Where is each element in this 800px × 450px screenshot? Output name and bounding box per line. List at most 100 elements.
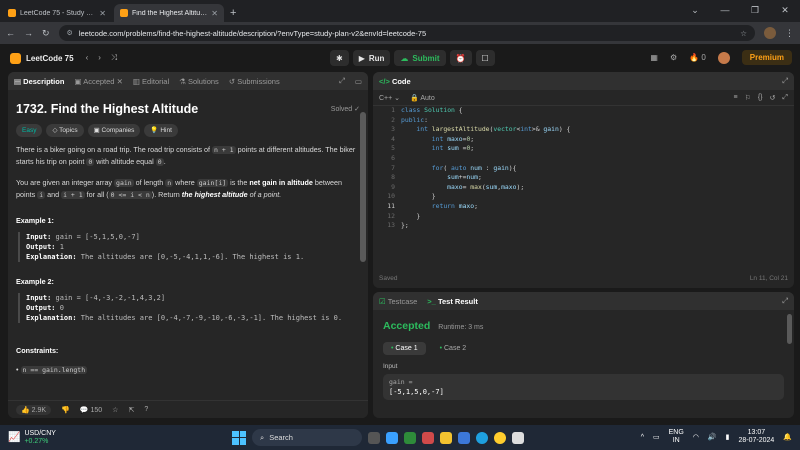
tab-description[interactable]: ▤ Description <box>14 77 64 86</box>
close-tab-icon[interactable]: ✕ <box>211 9 218 18</box>
help-icon[interactable]: ? <box>144 406 148 413</box>
shuffle-icon[interactable]: ⤨ <box>111 53 117 63</box>
premium-button[interactable]: Premium <box>741 50 792 65</box>
expand-icon[interactable]: ⤢ <box>782 76 788 86</box>
store-icon[interactable] <box>458 431 470 444</box>
bookmark-star-icon[interactable]: ☆ <box>740 29 747 38</box>
clock[interactable]: 13:07 28-07-2024 <box>738 429 774 445</box>
battery-icon[interactable]: ▮ <box>726 433 730 441</box>
lang-code: ENG <box>668 429 684 436</box>
tray-overflow-icon[interactable]: ^ <box>641 434 644 441</box>
browser-tab-altitude[interactable]: Find the Highest Altitude - Lee ✕ <box>114 4 224 22</box>
checkbox-icon: ☑ <box>379 296 386 306</box>
inline-code: i + 1 <box>61 191 85 199</box>
expand-icon[interactable]: ⤢ <box>782 296 788 306</box>
language-select[interactable]: C++ ⌄ <box>379 94 400 102</box>
code-panel: </> Code ⤢ C++ ⌄ 🔒 Auto ≡ ⚐ {} ↺ ⤢ 1 2 3… <box>373 72 794 288</box>
code-tab[interactable]: </> Code <box>379 77 411 86</box>
site-info-icon[interactable]: ⚙ <box>67 29 73 37</box>
language-indicator[interactable]: ENG IN <box>669 429 684 445</box>
fullscreen-icon[interactable]: ⤢ <box>782 94 788 102</box>
format-icon[interactable]: ≡ <box>733 94 737 102</box>
streak-counter[interactable]: 🔥 0 <box>689 53 706 62</box>
stock-chart-icon: 📈 <box>8 432 21 443</box>
minimize-panel-icon[interactable]: ▭ <box>355 77 362 86</box>
new-tab-button[interactable]: + <box>230 7 236 19</box>
maximize-icon[interactable]: ❐ <box>740 0 770 22</box>
tab-test-result[interactable]: >_ Test Result <box>427 297 478 306</box>
timer-icon[interactable]: ⏰ <box>449 50 472 66</box>
tab-testcase[interactable]: ☑ Testcase <box>379 297 417 306</box>
case-1-button[interactable]: • Case 1 <box>383 342 426 355</box>
network-icon[interactable]: ▭ <box>653 433 660 441</box>
submit-button[interactable]: ☁ Submit <box>394 50 446 66</box>
settings-gear-icon[interactable]: ⚙ <box>670 53 677 62</box>
runtime: Runtime: 3 ms <box>438 324 484 331</box>
browser-menu-icon[interactable]: ⋮ <box>785 28 794 39</box>
description-scrollbar[interactable] <box>360 112 366 262</box>
tab-search-icon[interactable]: ⌄ <box>680 0 710 22</box>
notification-icon[interactable]: 🔔 <box>783 433 792 441</box>
bookmark-icon[interactable]: ⚐ <box>745 94 751 102</box>
result-scrollbar[interactable] <box>787 314 792 344</box>
app-icon[interactable] <box>422 431 434 444</box>
minimize-icon[interactable]: — <box>710 0 740 22</box>
browser-tab-study-plan[interactable]: LeetCode 75 - Study Plan - Lee ✕ <box>2 4 112 22</box>
topics-tag[interactable]: ◇ Topics <box>46 124 84 137</box>
reset-icon[interactable]: ↺ <box>770 94 776 102</box>
autocomplete-toggle[interactable]: 🔒 Auto <box>410 94 435 102</box>
close-window-icon[interactable]: ✕ <box>770 0 800 22</box>
solved-badge: Solved ✓ <box>330 106 360 113</box>
leetcode-navbar: LeetCode 75 ‹ › ⤨ ✱ ▶ Run ☁ Submit ⏰ ☐ ▦ ⚙… <box>0 46 800 70</box>
code-editor[interactable]: 1 2 3 4 5 6 7 8 9 10 11 12 13 class Solu… <box>373 106 794 270</box>
label: Output: <box>26 304 56 312</box>
dislike-icon[interactable]: 👎 <box>61 406 70 414</box>
user-avatar[interactable] <box>717 51 730 64</box>
back-icon[interactable]: ← <box>6 28 15 38</box>
layout-grid-icon[interactable]: ▦ <box>650 53 658 62</box>
tab-submissions[interactable]: ↺ Submissions <box>229 77 280 86</box>
tab-accepted[interactable]: ▣ Accepted ✕ <box>74 77 122 86</box>
terminal-icon: >_ <box>427 296 436 306</box>
notes-icon[interactable]: ☐ <box>475 50 495 66</box>
close-tab-icon[interactable]: ✕ <box>99 9 106 18</box>
profile-avatar[interactable] <box>764 27 776 39</box>
braces-icon[interactable]: {} <box>758 94 763 102</box>
companies-tag[interactable]: ▣ Companies <box>87 124 141 137</box>
next-problem-icon[interactable]: › <box>98 53 101 63</box>
value: 1 <box>59 243 64 251</box>
url-field[interactable]: ⚙ leetcode.com/problems/find-the-highest… <box>58 25 755 41</box>
forward-icon[interactable]: → <box>24 28 33 38</box>
run-button[interactable]: ▶ Run <box>352 50 391 66</box>
reload-icon[interactable]: ↻ <box>42 28 50 39</box>
task-view-icon[interactable] <box>368 431 380 444</box>
share-icon[interactable]: ⇱ <box>128 406 134 414</box>
prev-problem-icon[interactable]: ‹ <box>86 53 89 63</box>
debug-icon[interactable]: ✱ <box>330 50 349 66</box>
volume-icon[interactable]: 🔊 <box>708 433 717 441</box>
app-icon[interactable] <box>512 431 524 444</box>
app-icon[interactable] <box>404 431 416 444</box>
taskbar-search[interactable]: ⌕ Search <box>252 429 362 446</box>
favorite-star-icon[interactable]: ☆ <box>112 406 118 414</box>
study-plan-link[interactable]: LeetCode 75 <box>26 54 74 63</box>
tab-label: Editorial <box>142 76 170 86</box>
stock-widget[interactable]: USD/CNY +0.27% <box>24 430 56 446</box>
wifi-icon[interactable]: ◠ <box>693 433 699 441</box>
windows-start-icon[interactable] <box>232 430 246 445</box>
description-panel: ▤ Description ▣ Accepted ✕ ▥ Editorial ⚗… <box>8 72 368 418</box>
file-explorer-icon[interactable] <box>440 431 452 444</box>
expand-icon[interactable]: ⤢ <box>339 76 345 86</box>
like-button[interactable]: 👍 2.9K <box>16 404 52 415</box>
hint-tag[interactable]: 💡 Hint <box>144 124 178 137</box>
difficulty-badge[interactable]: Easy <box>16 124 43 137</box>
tab-solutions[interactable]: ⚗ Solutions <box>179 77 219 86</box>
chrome-icon[interactable] <box>494 431 506 444</box>
windows-taskbar: 📈 USD/CNY +0.27% ⌕ Search ^ ▭ ENG IN ◠ 🔊 ▮… <box>0 425 800 450</box>
case-2-button[interactable]: • Case 2 <box>432 342 475 355</box>
tab-editorial[interactable]: ▥ Editorial <box>133 77 169 86</box>
app-icon[interactable] <box>386 431 398 444</box>
edge-icon[interactable] <box>476 431 488 444</box>
comments-button[interactable]: 💬 150 <box>80 406 102 414</box>
tab-label: Testcase <box>387 296 418 306</box>
